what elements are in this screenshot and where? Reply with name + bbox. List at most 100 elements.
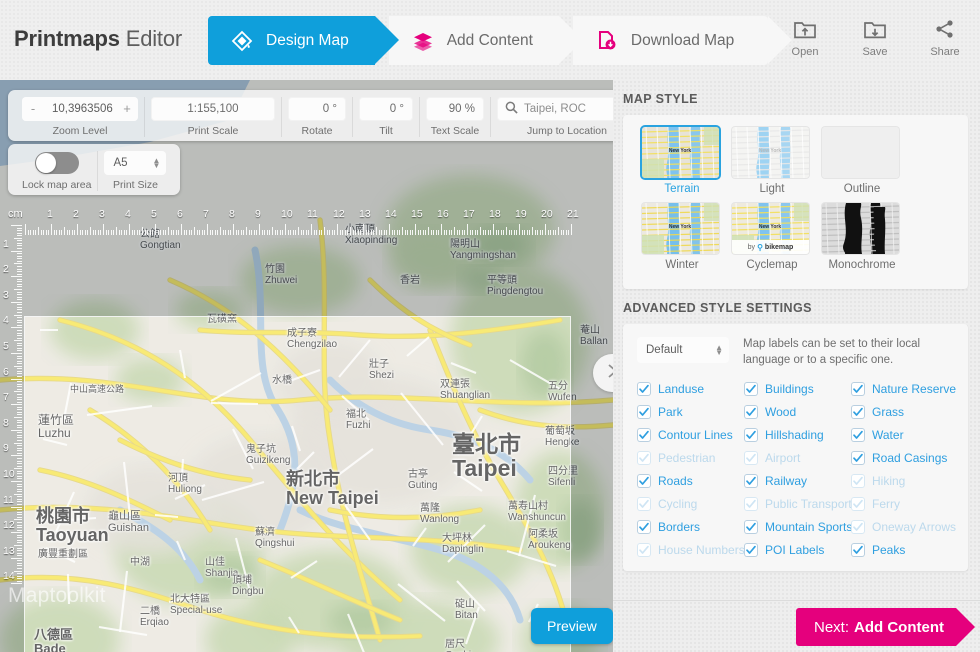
- map-label: 北大特區Special-use: [170, 595, 222, 616]
- ruler-tick: [389, 224, 390, 235]
- map-label: 居尺Quchi: [445, 640, 471, 652]
- map-style-option-cyclemap[interactable]: New Yorkby⚲bikemapCyclemap: [732, 203, 812, 271]
- feature-checkbox-landuse[interactable]: Landuse: [637, 382, 744, 396]
- map-label: 阿柔坂Aroukeng: [528, 530, 571, 551]
- lock-map-area-label: Lock map area: [22, 179, 91, 191]
- ruler-tick: [139, 230, 140, 235]
- map-label-native: 葡萄坂: [545, 427, 579, 438]
- zoom-decrease-button[interactable]: -: [22, 97, 44, 121]
- ruler-tick: [228, 230, 229, 235]
- feature-checkbox-park[interactable]: Park: [637, 405, 744, 419]
- location-search-input[interactable]: Taipei, ROC: [497, 97, 613, 121]
- share-button[interactable]: Share: [924, 18, 966, 58]
- ruler-tick: [366, 230, 367, 235]
- feature-checkbox-peaks[interactable]: Peaks: [851, 543, 956, 557]
- zoom-increase-button[interactable]: +: [116, 97, 138, 121]
- map-viewport[interactable]: 臺北市Taipei新北市New Taipei桃園市Taoyuan龜山區Guish…: [0, 80, 613, 652]
- feature-checkbox-mountain-sports[interactable]: Mountain Sports: [744, 520, 851, 534]
- map-label: 香岩: [400, 276, 420, 287]
- tab-add-content[interactable]: Add Content: [389, 16, 559, 65]
- ruler-tick: [316, 230, 317, 235]
- tab-design-map[interactable]: Design Map: [208, 16, 375, 65]
- text-scale-value[interactable]: 90 %: [426, 97, 484, 121]
- map-style-option-label: Cyclemap: [732, 259, 812, 271]
- ruler-tick: [82, 230, 83, 235]
- feature-checkbox-roads[interactable]: Roads: [637, 474, 744, 488]
- map-label: 四分里Sifenli: [548, 467, 578, 488]
- ruler-tick: [483, 230, 484, 235]
- ruler-tick: [17, 245, 22, 246]
- map-style-option-monochrome[interactable]: Monochrome: [822, 203, 902, 271]
- zoom-level-field[interactable]: - 10,3963506 +: [22, 97, 138, 121]
- map-label: 竹園Zhuwei: [265, 265, 297, 286]
- feature-checkbox-contour-lines[interactable]: Contour Lines: [637, 428, 744, 442]
- save-button[interactable]: Save: [854, 18, 896, 58]
- ruler-tick: [17, 466, 22, 467]
- ruler-tick: [17, 448, 22, 449]
- ruler-tick: [17, 333, 22, 334]
- feature-checkbox-wood[interactable]: Wood: [744, 405, 851, 419]
- map-language-select[interactable]: Default ▲▼: [637, 337, 729, 363]
- feature-checkbox-label: Cycling: [658, 497, 697, 511]
- share-icon: [924, 18, 966, 40]
- folder-download-icon: [854, 18, 896, 40]
- ruler-tick: [353, 230, 354, 235]
- ruler-tick: [17, 299, 22, 300]
- zoom-level-value[interactable]: 10,3963506: [44, 97, 116, 121]
- advanced-settings-card: Default ▲▼ Map labels can be set to thei…: [623, 324, 968, 571]
- feature-checkbox-borders[interactable]: Borders: [637, 520, 744, 534]
- ruler-tick: [165, 230, 166, 235]
- ruler-tick: [431, 230, 432, 235]
- ruler-tick: [17, 294, 22, 295]
- feature-checkbox-buildings[interactable]: Buildings: [744, 382, 851, 396]
- ruler-tick: [571, 224, 572, 235]
- print-scale-value[interactable]: 1:155,100: [151, 97, 275, 121]
- ruler-tick: [550, 230, 551, 235]
- ruler-tick: [17, 476, 22, 477]
- ruler-tick: [17, 394, 22, 395]
- ruler-tick: [11, 379, 22, 380]
- ruler-tick: [17, 261, 22, 262]
- map-style-option-winter[interactable]: New YorkWinter: [642, 203, 722, 271]
- ruler-tick: [14, 263, 22, 264]
- map-style-option-outline[interactable]: Outline: [822, 127, 902, 195]
- feature-checkbox-nature-reserve[interactable]: Nature Reserve: [851, 382, 956, 396]
- ruler-tick: [17, 258, 22, 259]
- map-style-grid: New YorkTerrainNew YorkLightOutlineNew Y…: [623, 115, 968, 289]
- ruler-tick: [241, 230, 242, 235]
- ruler-tick: [363, 224, 364, 235]
- map-label-native: 水橋: [272, 376, 292, 387]
- ruler-tick: [436, 230, 437, 235]
- ruler-tick: [516, 230, 517, 235]
- next-add-content-button[interactable]: Next: Add Content: [796, 608, 956, 646]
- map-label-latin: Hengke: [545, 438, 579, 449]
- ruler-tick: [256, 230, 257, 235]
- ruler-tick: [17, 240, 22, 241]
- ruler-tick: [17, 384, 22, 385]
- tilt-value[interactable]: 0 °: [359, 97, 413, 121]
- map-label-native: 菴山: [580, 326, 608, 337]
- ruler-tick: [545, 224, 546, 235]
- map-style-option-light[interactable]: New YorkLight: [732, 127, 812, 195]
- ruler-tick: [345, 230, 346, 235]
- ruler-label: 16: [437, 208, 449, 220]
- tab-download-map[interactable]: Download Map: [573, 16, 768, 65]
- ruler-tick: [17, 284, 22, 285]
- print-size-select[interactable]: A5 ▲▼: [104, 151, 166, 175]
- feature-checkbox-poi-labels[interactable]: POI Labels: [744, 543, 851, 557]
- lock-map-area-toggle[interactable]: [35, 152, 79, 174]
- ruler-tick: [394, 230, 395, 235]
- ruler-tick: [485, 230, 486, 235]
- feature-checkbox-grass[interactable]: Grass: [851, 405, 956, 419]
- feature-checkbox-hillshading[interactable]: Hillshading: [744, 428, 851, 442]
- feature-checkbox-road-casings[interactable]: Road Casings: [851, 451, 956, 465]
- ruler-label: 6: [3, 366, 9, 378]
- preview-button[interactable]: Preview: [531, 608, 613, 644]
- feature-checkbox-water[interactable]: Water: [851, 428, 956, 442]
- ruler-tick: [524, 230, 525, 235]
- rotate-value[interactable]: 0 °: [288, 97, 346, 121]
- ruler-tick: [506, 227, 507, 235]
- map-style-card: New YorkTerrainNew YorkLightOutlineNew Y…: [623, 115, 968, 289]
- map-style-option-terrain[interactable]: New YorkTerrain: [642, 127, 722, 195]
- feature-checkbox-railway[interactable]: Railway: [744, 474, 851, 488]
